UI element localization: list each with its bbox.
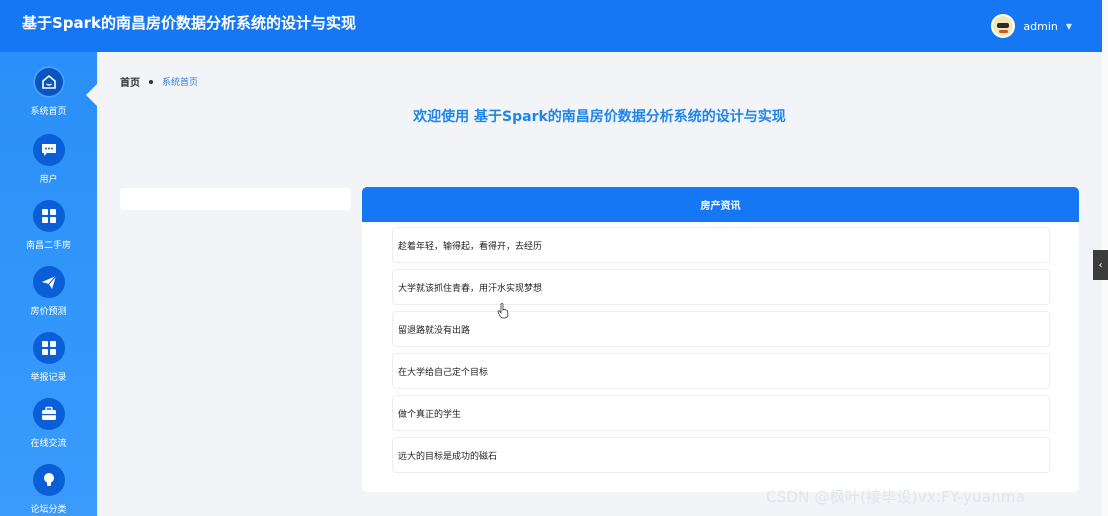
sidebar-item-label: 论坛分类 bbox=[30, 505, 67, 515]
breadcrumb-separator bbox=[149, 79, 153, 84]
sidebar-item-users[interactable]: 用户 bbox=[0, 134, 97, 196]
briefcase-icon bbox=[32, 398, 65, 430]
watermark: CSDN @枫叶(接毕设)vx:FY-yuanma bbox=[766, 488, 1026, 506]
send-icon bbox=[32, 266, 65, 298]
app-title: 基于Spark的南昌房价数据分析系统的设计与实现 bbox=[22, 14, 357, 32]
sidebar-item-label: 系统首页 bbox=[30, 107, 67, 117]
breadcrumb: 首页 系统首页 bbox=[120, 74, 198, 89]
sidebar-item-label: 用户 bbox=[39, 175, 58, 185]
sidebar-item-label: 房价预测 bbox=[30, 307, 67, 317]
top-header: 基于Spark的南昌房价数据分析系统的设计与实现 admin ▼ bbox=[0, 0, 1102, 52]
news-item[interactable]: 在大学给自己定个目标 bbox=[392, 353, 1050, 389]
active-indicator bbox=[86, 84, 97, 106]
sidebar-item-home[interactable]: 系统首页 bbox=[0, 66, 97, 128]
grid-icon bbox=[32, 200, 65, 232]
home-icon bbox=[32, 66, 65, 98]
sidebar-item-label: 在线交流 bbox=[30, 439, 67, 449]
news-item[interactable]: 趁着年轻，输得起，看得开，去经历 bbox=[392, 227, 1050, 263]
chevron-left-icon: ‹ bbox=[1098, 259, 1103, 271]
bulb-icon bbox=[32, 464, 65, 496]
sidebar: 系统首页 用户 南昌二手房 房价预测 举报记录 在线交流 论坛分类 bbox=[0, 52, 97, 516]
news-item[interactable]: 远大的目标是成功的磁石 bbox=[392, 437, 1050, 473]
sidebar-item-label: 南昌二手房 bbox=[25, 241, 71, 251]
sidebar-item-forum-category[interactable]: 论坛分类 bbox=[0, 464, 97, 516]
news-item[interactable]: 留退路就没有出路 bbox=[392, 311, 1050, 347]
user-name[interactable]: admin bbox=[1023, 20, 1057, 33]
breadcrumb-current: 系统首页 bbox=[162, 78, 199, 88]
sidebar-item-label: 举报记录 bbox=[30, 373, 67, 383]
sidebar-item-price-prediction[interactable]: 房价预测 bbox=[0, 266, 97, 328]
side-panel bbox=[120, 188, 351, 210]
news-list: 趁着年轻，输得起，看得开，去经历 大学就该抓住青春，用汗水实现梦想 留退路就没有… bbox=[362, 222, 1079, 473]
sidebar-item-reports[interactable]: 举报记录 bbox=[0, 332, 97, 394]
breadcrumb-home[interactable]: 首页 bbox=[120, 74, 140, 89]
news-item[interactable]: 大学就该抓住青春，用汗水实现梦想 bbox=[392, 269, 1050, 305]
news-item[interactable]: 做个真正的学生 bbox=[392, 395, 1050, 431]
chevron-down-icon[interactable]: ▼ bbox=[1066, 22, 1072, 31]
sidebar-item-online-chat[interactable]: 在线交流 bbox=[0, 398, 97, 460]
news-panel-title: 房产资讯 bbox=[362, 187, 1079, 222]
grid-icon bbox=[32, 332, 65, 364]
avatar[interactable] bbox=[991, 14, 1016, 38]
user-menu[interactable]: admin ▼ bbox=[991, 14, 1072, 38]
sidebar-item-secondhand-houses[interactable]: 南昌二手房 bbox=[0, 200, 97, 262]
chat-icon bbox=[32, 134, 65, 166]
news-panel: 房产资讯 趁着年轻，输得起，看得开，去经历 大学就该抓住青春，用汗水实现梦想 留… bbox=[362, 187, 1079, 492]
page-title: 欢迎使用 基于Spark的南昌房价数据分析系统的设计与实现 bbox=[413, 109, 786, 125]
collapse-toggle-button[interactable]: ‹ bbox=[1093, 250, 1108, 280]
hand-cursor-icon bbox=[497, 303, 509, 319]
